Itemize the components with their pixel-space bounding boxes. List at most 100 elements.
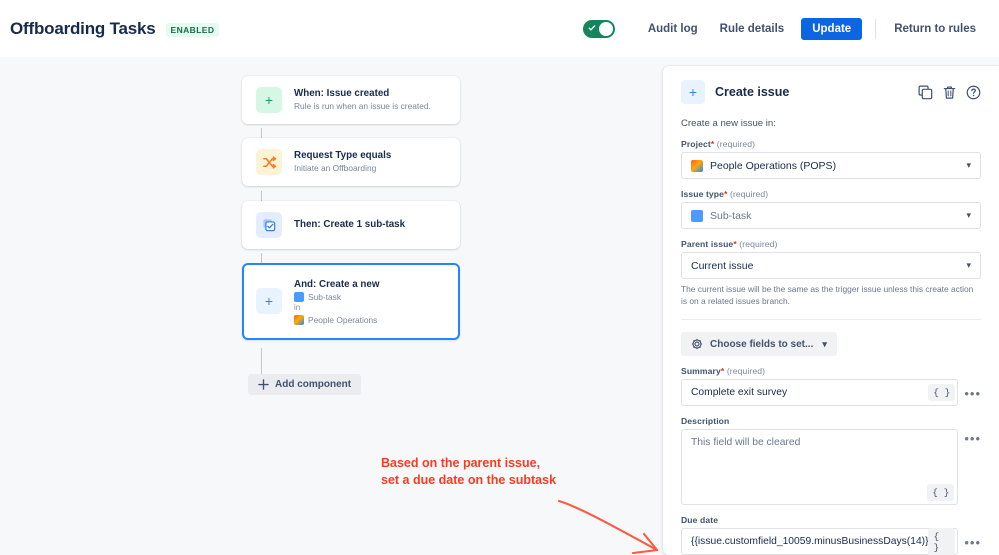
- card-title: When: Issue created: [294, 88, 390, 99]
- create-issue-panel: + Create issue Create a new issue in: Pr…: [663, 66, 999, 555]
- summary-label-text: Summary: [681, 366, 721, 377]
- card-subtitle: Rule is run when an issue is created.: [294, 101, 431, 112]
- rule-card-create-issue-selected[interactable]: + And: Create a new Sub-task in People O…: [242, 263, 460, 340]
- description-more-button[interactable]: •••: [964, 429, 981, 445]
- project-select[interactable]: People Operations (POPS) ▾: [681, 152, 981, 179]
- due-date-value: {{issue.customfield_10059.minusBusinessD…: [691, 536, 929, 548]
- plus-icon: +: [681, 80, 705, 104]
- field-description: Description This field will be cleared {…: [681, 416, 981, 506]
- add-component-label: Add component: [275, 379, 352, 390]
- card-title: Request Type equals: [294, 150, 392, 161]
- issue-type-select[interactable]: Sub-task ▾: [681, 202, 981, 229]
- top-actions: Audit log Rule details Update Return to …: [582, 17, 999, 40]
- help-icon[interactable]: [966, 85, 981, 100]
- toggle-knob: [598, 21, 613, 36]
- field-parent-issue: Parent issue* (required) Current issue ▾…: [681, 239, 981, 307]
- panel-divider: [681, 319, 981, 321]
- rule-card-condition[interactable]: Request Type equals Initiate an Offboard…: [242, 138, 460, 186]
- automation-rule-editor: Offboarding Tasks ENABLED Audit log Rule…: [0, 0, 999, 555]
- card-subtitle: Initiate an Offboarding: [294, 163, 377, 174]
- copy-icon[interactable]: [918, 85, 933, 100]
- audit-log-button[interactable]: Audit log: [637, 18, 709, 40]
- parent-issue-value: Current issue: [691, 259, 754, 272]
- add-component-button[interactable]: Add component: [248, 374, 362, 395]
- description-value: This field will be cleared: [691, 437, 801, 449]
- chevron-down-icon: ▾: [822, 338, 827, 349]
- summary-input-row: Complete exit survey { } •••: [681, 379, 981, 407]
- choose-fields-button[interactable]: Choose fields to set... ▾: [681, 332, 837, 357]
- toolbar-divider: [875, 18, 877, 39]
- connector-line: [261, 348, 262, 375]
- summary-label: Summary* (required): [681, 366, 981, 376]
- subtask-icon: [294, 292, 304, 303]
- required-star: *: [710, 139, 715, 149]
- shuffle-icon: [256, 149, 282, 175]
- card-project-label: People Operations: [308, 314, 378, 325]
- parent-issue-label-text: Parent issue: [681, 239, 734, 249]
- required-star: *: [724, 189, 728, 199]
- description-smart-value-button[interactable]: { }: [927, 484, 955, 502]
- panel-intro-text: Create a new issue in:: [681, 118, 776, 129]
- required-text: (required): [726, 366, 766, 377]
- field-issue-type: Issue type* (required) Sub-task ▾: [681, 189, 981, 229]
- summary-smart-value-button[interactable]: { }: [928, 384, 956, 402]
- issue-type-value: Sub-task: [710, 209, 752, 222]
- required-text: (required): [716, 139, 756, 149]
- required-text: (required): [739, 239, 778, 249]
- return-to-rules-button[interactable]: Return to rules: [883, 18, 987, 40]
- panel-header: + Create issue: [681, 80, 981, 104]
- parent-issue-select[interactable]: Current issue ▾: [681, 252, 981, 279]
- card-text-block: Then: Create 1 sub-task: [294, 218, 405, 231]
- card-title: Then: Create 1 sub-task: [294, 219, 406, 231]
- field-summary: Summary* (required) Complete exit survey…: [681, 366, 981, 407]
- plus-icon: [258, 379, 269, 390]
- project-label: Project* (required): [681, 139, 981, 149]
- annotation-arrow-icon: [557, 499, 659, 555]
- annotation-line-1: Based on the parent issue,: [381, 456, 541, 470]
- panel-header-actions: [918, 85, 981, 100]
- required-text: (required): [730, 189, 769, 199]
- parent-issue-label: Parent issue* (required): [681, 239, 981, 249]
- update-button[interactable]: Update: [801, 17, 863, 40]
- chevron-down-icon: ▾: [966, 160, 971, 170]
- summary-more-button[interactable]: •••: [964, 379, 981, 400]
- rule-enabled-toggle[interactable]: [582, 19, 615, 38]
- card-subtask-label: Sub-task: [308, 292, 342, 303]
- due-date-input[interactable]: {{issue.customfield_10059.minusBusinessD…: [681, 527, 959, 555]
- due-date-input-row: {{issue.customfield_10059.minusBusinessD…: [681, 527, 981, 555]
- trash-icon[interactable]: [942, 85, 957, 100]
- gear-icon: [691, 339, 703, 350]
- description-input-row: This field will be cleared { } •••: [681, 429, 981, 506]
- page-title: Offboarding Tasks: [10, 18, 156, 38]
- chevron-down-icon: ▾: [966, 210, 971, 220]
- issue-type-label-text: Issue type: [681, 189, 725, 199]
- field-due-date: Due date {{issue.customfield_10059.minus…: [681, 515, 981, 555]
- card-in-word: in: [294, 303, 301, 313]
- card-title: And: Create a new: [294, 279, 380, 290]
- field-project: Project* (required) People Operations (P…: [681, 139, 981, 179]
- title-area: Offboarding Tasks ENABLED: [0, 18, 220, 39]
- card-text-block: When: Issue created Rule is run when an …: [294, 87, 431, 113]
- due-date-more-button[interactable]: •••: [964, 528, 981, 549]
- project-icon: [294, 314, 304, 325]
- rule-card-action[interactable]: Then: Create 1 sub-task: [242, 201, 460, 249]
- description-textarea[interactable]: This field will be cleared { }: [681, 429, 959, 506]
- card-subtask-row: Sub-task: [294, 292, 379, 303]
- panel-title: Create issue: [715, 85, 790, 99]
- description-label: Description: [681, 416, 730, 427]
- project-value: People Operations (POPS): [710, 159, 837, 172]
- subtask-icon: [691, 209, 703, 222]
- annotation-text: Based on the parent issue, set a due dat…: [381, 455, 611, 489]
- card-text-block: And: Create a new Sub-task in People Ope…: [294, 278, 379, 325]
- rule-details-button[interactable]: Rule details: [709, 18, 796, 40]
- plus-icon: +: [256, 288, 282, 315]
- status-badge: ENABLED: [165, 22, 220, 37]
- parent-issue-hint: The current issue will be the same as th…: [681, 284, 974, 307]
- copy-task-icon: [256, 212, 282, 238]
- summary-input[interactable]: Complete exit survey { }: [681, 379, 959, 407]
- rule-card-trigger[interactable]: + When: Issue created Rule is run when a…: [242, 76, 460, 124]
- due-date-smart-value-button[interactable]: { }: [928, 527, 956, 555]
- card-project-row: People Operations: [294, 314, 379, 325]
- project-icon: [691, 159, 703, 172]
- top-bar: Offboarding Tasks ENABLED Audit log Rule…: [0, 0, 999, 57]
